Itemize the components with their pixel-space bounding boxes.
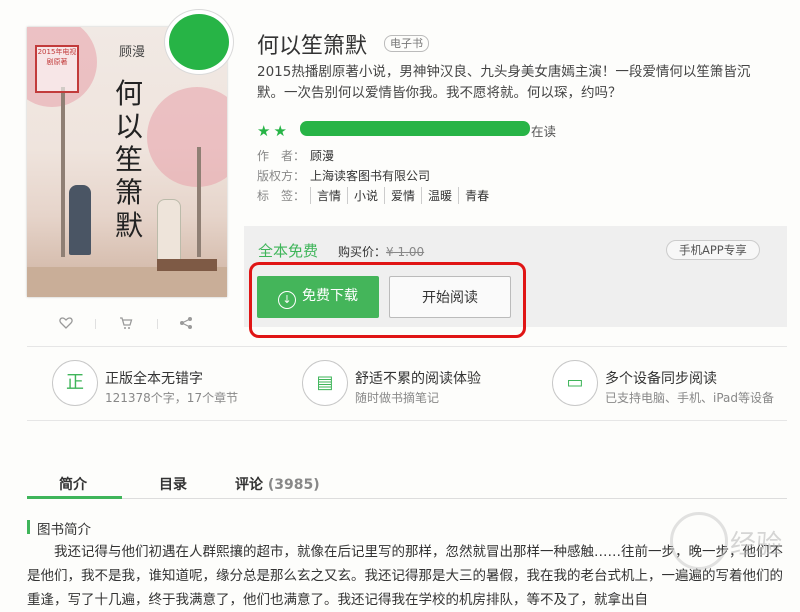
app-exclusive-tag[interactable]: 手机APP专享 — [666, 240, 760, 260]
cover-author: 顾漫 — [119, 45, 146, 60]
red-highlight-annotation — [249, 262, 526, 338]
cover-tree-right — [147, 87, 227, 187]
tag-link[interactable]: 言情 — [310, 187, 347, 204]
feature-subtitle: 121378个字，17个章节 — [105, 391, 239, 405]
author-key: 作 者： — [257, 149, 306, 163]
comment-count: (3985) — [267, 477, 320, 493]
tab-intro[interactable]: 简介 — [59, 474, 87, 494]
tags-row: 标 签： 言情 小说 爱情 温暖 青春 — [257, 187, 495, 204]
free-label: 全本免费 — [258, 242, 319, 260]
tab-label: 简介 — [59, 477, 87, 493]
feature-title: 正版全本无错字 — [105, 371, 203, 387]
divider — [27, 346, 787, 347]
share-icon[interactable] — [179, 316, 193, 330]
tab-contents[interactable]: 目录 — [159, 474, 187, 494]
section-marker — [27, 520, 30, 534]
intro-title: 图书简介 — [37, 522, 91, 538]
price-value: ¥ 1.00 — [386, 245, 425, 259]
tab-label: 评论 — [235, 477, 263, 493]
price-label: 购买价： — [338, 245, 387, 259]
feature-subtitle: 已支持电脑、手机、iPad等设备 — [605, 391, 775, 405]
feature-title: 多个设备同步阅读 — [605, 371, 717, 387]
tag-link[interactable]: 青春 — [458, 187, 495, 204]
heart-icon[interactable] — [59, 316, 73, 330]
divider — [95, 319, 96, 329]
cover-title: 何以笙箫默 — [115, 77, 144, 242]
devices-icon: ▭ — [552, 360, 598, 406]
price-row: 购买价：¥ 1.00 — [338, 243, 424, 260]
tag-link[interactable]: 爱情 — [384, 187, 421, 204]
cover-trunk-left — [61, 87, 65, 257]
cover-seal: 2015年电视剧原著 — [35, 45, 79, 93]
feature-subtitle: 随时做书摘笔记 — [355, 391, 440, 405]
divider — [157, 319, 158, 329]
tags-key: 标 签： — [257, 189, 306, 203]
cover-bench — [157, 259, 217, 271]
star-icon: ★ — [273, 122, 287, 140]
tab-comments[interactable]: 评论 (3985) — [235, 474, 320, 494]
genuine-icon: 正 — [52, 360, 98, 406]
cart-icon[interactable] — [119, 316, 133, 330]
copyright-key: 版权方： — [257, 169, 306, 183]
paw-icon — [670, 512, 728, 570]
tabs-baseline — [27, 498, 787, 499]
author-link[interactable]: 顾漫 — [310, 149, 334, 163]
book-title: 何以笙箫默 — [257, 34, 368, 59]
reading-count-suffix: 在读 — [531, 124, 557, 139]
divider — [27, 420, 787, 421]
cover-actions — [27, 312, 227, 336]
cover-trunk-right — [197, 147, 201, 257]
redaction-bar — [300, 121, 530, 136]
copyright-link[interactable]: 上海读客图书有限公司 — [310, 169, 430, 183]
copyright-row: 版权方： 上海读客图书有限公司 — [257, 167, 430, 184]
feature-title: 舒适不累的阅读体验 — [355, 371, 481, 387]
author-row: 作 者： 顾漫 — [257, 147, 334, 164]
rating-stars: ★ ★ — [257, 121, 290, 140]
cover-figure-man — [69, 185, 91, 255]
tag-link[interactable]: 小说 — [347, 187, 384, 204]
cover-ground — [27, 267, 227, 297]
active-tab-indicator — [27, 496, 122, 499]
book-description: 2015热播剧原著小说，男神钟汉良、九头身美女唐嫣主演！一段爱情何以笙箫皆沉默。… — [257, 64, 751, 101]
ebook-badge: 电子书 — [384, 35, 429, 52]
watermark-text: 经验 — [730, 530, 783, 560]
redaction-blob — [165, 10, 233, 74]
tab-label: 目录 — [159, 477, 187, 493]
tag-link[interactable]: 温暖 — [421, 187, 458, 204]
document-icon: ▤ — [302, 360, 348, 406]
star-icon: ★ — [257, 122, 271, 140]
watermark: 经验 — [630, 510, 800, 570]
